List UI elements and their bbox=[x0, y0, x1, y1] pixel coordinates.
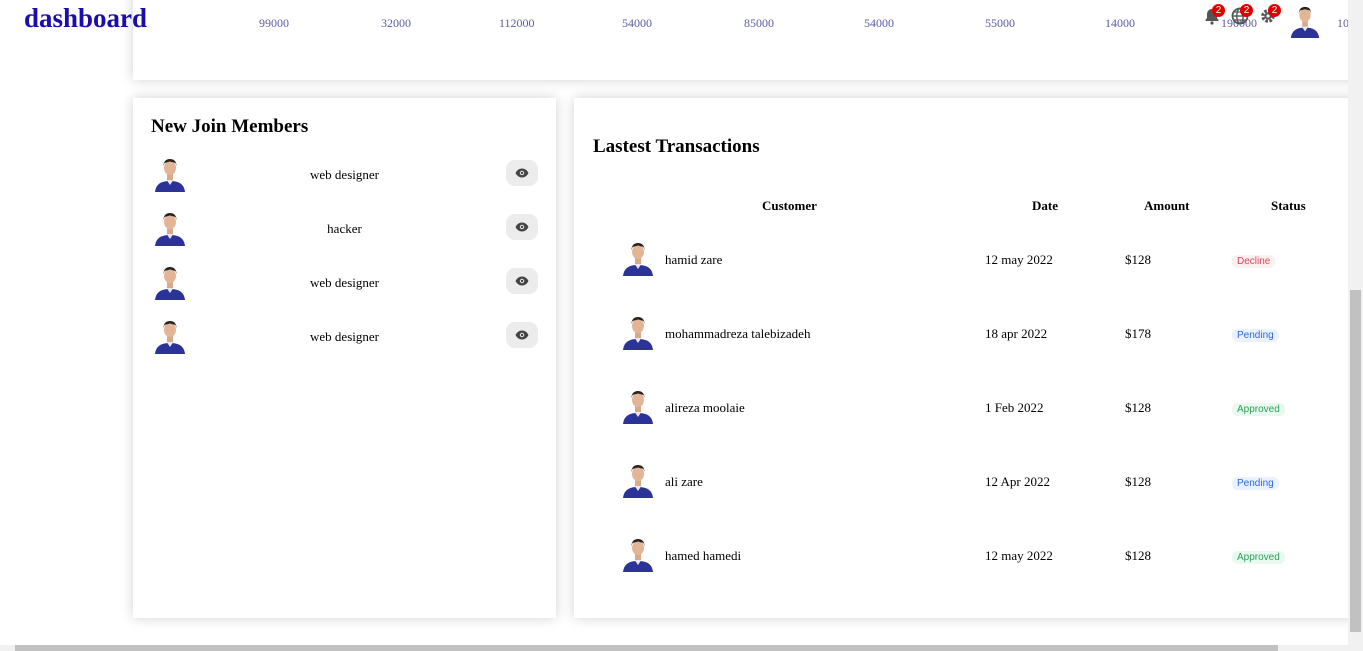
x-tick: 14000 bbox=[1105, 16, 1135, 30]
transaction-date: 12 Apr 2022 bbox=[985, 474, 1050, 489]
transaction-date: 1 Feb 2022 bbox=[985, 400, 1044, 415]
transaction-date: 12 may 2022 bbox=[985, 548, 1053, 563]
transaction-amount: $128 bbox=[1125, 400, 1151, 415]
members-title: New Join Members bbox=[151, 116, 309, 137]
x-tick: 55000 bbox=[985, 16, 1015, 30]
transaction-amount: $178 bbox=[1125, 326, 1151, 341]
member-row: hacker bbox=[151, 210, 538, 250]
x-tick: 85000 bbox=[744, 16, 774, 30]
member-row: web designer bbox=[151, 156, 538, 196]
customer-name: hamid zare bbox=[665, 252, 723, 267]
x-tick: 99000 bbox=[259, 16, 289, 30]
view-member-button[interactable] bbox=[506, 214, 538, 240]
notifications-button[interactable]: 2 bbox=[1202, 4, 1225, 26]
table-row: hamid zare 12 may 2022 $128 Decline bbox=[574, 240, 1363, 280]
member-role: web designer bbox=[310, 329, 379, 344]
notification-count: 2 bbox=[1212, 4, 1225, 17]
eye-icon bbox=[515, 276, 529, 286]
column-header-date: Date bbox=[1032, 198, 1058, 213]
view-member-button[interactable] bbox=[506, 322, 538, 348]
avatar-icon bbox=[623, 465, 653, 498]
avatar-icon bbox=[623, 391, 653, 424]
table-row: mohammadreza talebizadeh 18 apr 2022 $17… bbox=[574, 314, 1363, 354]
settings-count: 2 bbox=[1268, 4, 1281, 17]
customer-name: ali zare bbox=[665, 474, 703, 489]
avatar bbox=[621, 314, 655, 350]
chart-card: 99000 32000 112000 54000 85000 54000 550… bbox=[133, 0, 1363, 80]
member-row: web designer bbox=[151, 318, 538, 358]
transaction-amount: $128 bbox=[1125, 252, 1151, 267]
avatar-icon bbox=[623, 243, 653, 276]
column-header-amount: Amount bbox=[1144, 198, 1190, 213]
avatar bbox=[621, 240, 655, 276]
avatar-icon bbox=[623, 317, 653, 350]
x-tick: 54000 bbox=[622, 16, 652, 30]
avatar bbox=[621, 536, 655, 572]
member-role: hacker bbox=[327, 221, 362, 236]
eye-icon bbox=[515, 330, 529, 340]
view-member-button[interactable] bbox=[506, 268, 538, 294]
column-header-status: Status bbox=[1271, 198, 1306, 213]
transaction-amount: $128 bbox=[1125, 474, 1151, 489]
settings-button[interactable]: 2 bbox=[1258, 4, 1281, 26]
table-row: ali zare 12 Apr 2022 $128 Pending bbox=[574, 462, 1363, 502]
eye-icon bbox=[515, 222, 529, 232]
page-title: dashboard bbox=[24, 3, 148, 33]
status-badge: Approved bbox=[1232, 551, 1285, 564]
user-avatar[interactable] bbox=[1289, 2, 1321, 40]
table-row: hamed hamedi 12 may 2022 $128 Approved bbox=[574, 536, 1363, 576]
horizontal-scrollbar-thumb[interactable] bbox=[15, 645, 1278, 651]
x-tick: 112000 bbox=[499, 16, 535, 30]
customer-name: alireza moolaie bbox=[665, 400, 745, 415]
table-row: alireza moolaie 1 Feb 2022 $128 Approved bbox=[574, 388, 1363, 428]
avatar-icon bbox=[623, 539, 653, 572]
status-badge: Approved bbox=[1232, 403, 1285, 416]
horizontal-scrollbar[interactable] bbox=[0, 645, 1348, 651]
status-badge: Decline bbox=[1232, 255, 1276, 268]
vertical-scrollbar[interactable] bbox=[1348, 0, 1363, 651]
customer-name: mohammadreza talebizadeh bbox=[665, 326, 811, 341]
status-badge: Pending bbox=[1232, 477, 1279, 490]
member-role: web designer bbox=[310, 275, 379, 290]
eye-icon bbox=[515, 168, 529, 178]
view-member-button[interactable] bbox=[506, 160, 538, 186]
transactions-card: Lastest Transactions Customer Date Amoun… bbox=[574, 98, 1363, 618]
avatar bbox=[621, 388, 655, 424]
member-row: web designer bbox=[151, 264, 538, 304]
column-header-customer: Customer bbox=[762, 198, 817, 213]
member-role: web designer bbox=[310, 167, 379, 182]
vertical-scrollbar-thumb[interactable] bbox=[1350, 290, 1361, 632]
transaction-amount: $128 bbox=[1125, 548, 1151, 563]
status-badge: Pending bbox=[1232, 329, 1279, 342]
language-button[interactable]: 2 bbox=[1230, 4, 1253, 26]
customer-name: hamed hamedi bbox=[665, 548, 742, 563]
language-count: 2 bbox=[1240, 4, 1253, 17]
avatar bbox=[621, 462, 655, 498]
x-tick: 54000 bbox=[864, 16, 894, 30]
transactions-title: Lastest Transactions bbox=[593, 136, 760, 157]
new-members-card: New Join Members web designer hacker web… bbox=[133, 98, 556, 618]
transaction-date: 18 apr 2022 bbox=[985, 326, 1048, 341]
avatar-icon bbox=[1290, 6, 1320, 38]
transaction-date: 12 may 2022 bbox=[985, 252, 1053, 267]
x-tick: 32000 bbox=[381, 16, 411, 30]
